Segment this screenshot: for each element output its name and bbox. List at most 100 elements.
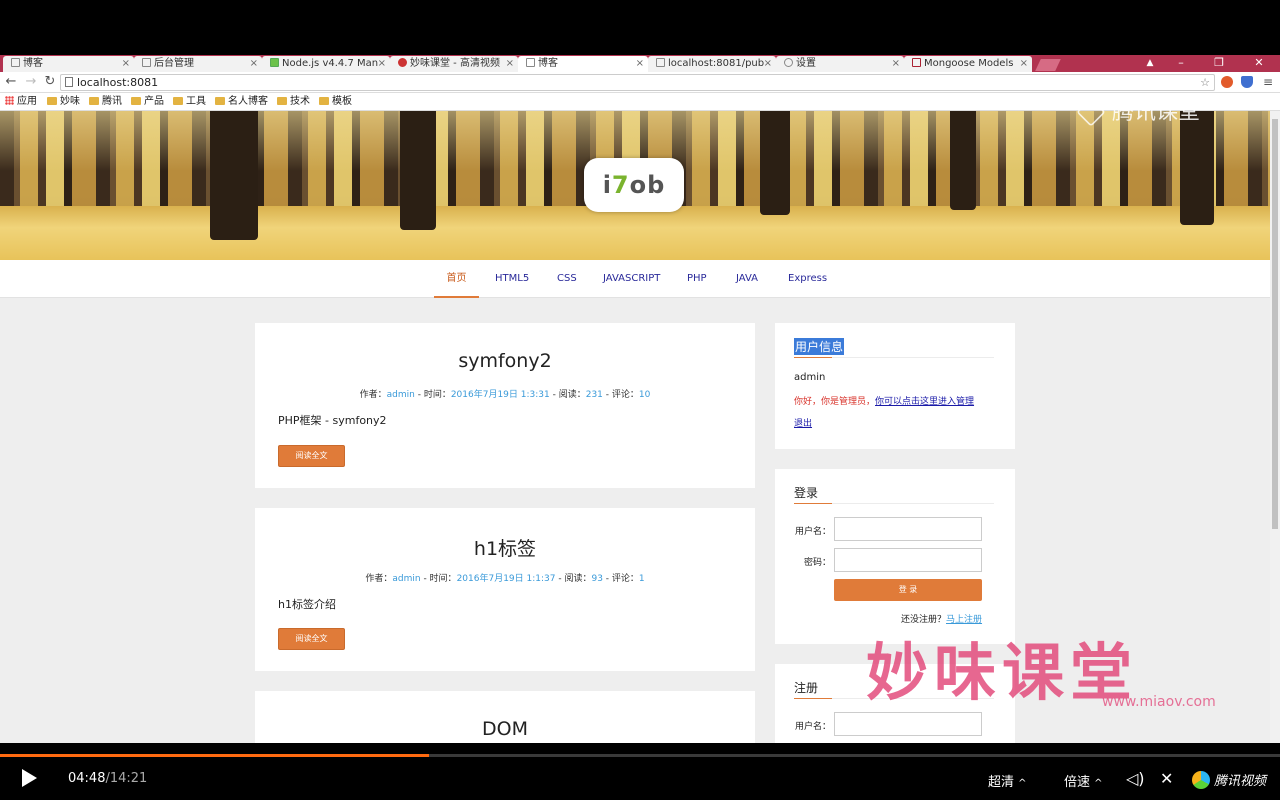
nav-css[interactable]: CSS bbox=[557, 260, 577, 298]
bookmark-folder-tencent[interactable]: 腾讯 bbox=[89, 93, 122, 110]
username-label: 用户名： bbox=[794, 527, 831, 537]
video-letterbox-top bbox=[0, 0, 1280, 55]
post-meta: 作者：admin - 时间：2016年7月19日 1:1:37 - 阅读：93 … bbox=[365, 574, 645, 584]
miaov-url-watermark: www.miaov.com bbox=[1102, 694, 1216, 710]
close-tab-icon[interactable]: × bbox=[764, 56, 772, 72]
register-heading: 注册 bbox=[794, 681, 819, 695]
tencent-video-logo-icon bbox=[1192, 771, 1210, 789]
tab-localhost-pub[interactable]: localhost:8081/pub × bbox=[648, 56, 776, 72]
post-card: DOM bbox=[255, 691, 755, 743]
logout-link[interactable]: 退出 bbox=[794, 416, 812, 429]
exit-fullscreen-icon[interactable]: ✕ bbox=[1160, 769, 1173, 788]
scrollbar-thumb[interactable] bbox=[1272, 119, 1278, 529]
page-icon bbox=[526, 58, 535, 67]
page-icon bbox=[656, 58, 665, 67]
read-more-button[interactable]: 阅读全文 bbox=[278, 445, 345, 467]
tab-blog-active[interactable]: 博客 × bbox=[518, 56, 648, 72]
tab-nodejs[interactable]: Node.js v4.4.7 Man × bbox=[262, 56, 390, 72]
tencent-classroom-logo-icon bbox=[1076, 97, 1106, 127]
gear-icon bbox=[784, 58, 793, 67]
close-tab-icon[interactable]: × bbox=[636, 56, 644, 72]
miaov-watermark: 妙味课堂 bbox=[866, 636, 1139, 709]
post-meta: 作者：admin - 时间：2016年7月19日 1:3:31 - 阅读：231… bbox=[359, 390, 651, 400]
nav-java[interactable]: JAVA bbox=[736, 260, 758, 298]
close-tab-icon[interactable]: × bbox=[250, 56, 258, 72]
chrome-menu-icon[interactable]: ≡ bbox=[1263, 75, 1273, 89]
tencent-video-brand: 腾讯视频 bbox=[1192, 770, 1266, 789]
folder-icon bbox=[277, 97, 287, 105]
folder-icon bbox=[215, 97, 225, 105]
login-username-input[interactable] bbox=[834, 517, 982, 541]
folder-icon bbox=[89, 97, 99, 105]
speed-selector[interactable]: 倍速 ^ bbox=[1064, 771, 1103, 790]
post-summary: PHP框架 - symfony2 bbox=[278, 414, 387, 427]
register-username-input[interactable] bbox=[834, 712, 982, 736]
post-summary: h1标签介绍 bbox=[278, 598, 336, 611]
url-input[interactable]: localhost:8081 ☆ bbox=[60, 74, 1215, 91]
folder-icon bbox=[319, 97, 329, 105]
bookmark-folder-tech[interactable]: 技术 bbox=[277, 93, 310, 110]
progress-bar[interactable] bbox=[0, 754, 1280, 757]
folder-icon bbox=[131, 97, 141, 105]
register-username-label: 用户名： bbox=[794, 722, 831, 732]
apps-grid-icon bbox=[5, 96, 14, 105]
profile-icon[interactable]: ▲ bbox=[1133, 55, 1167, 72]
close-window-button[interactable]: ✕ bbox=[1242, 55, 1276, 72]
page-scrollbar[interactable] bbox=[1270, 111, 1280, 743]
nodejs-icon bbox=[270, 58, 279, 67]
restore-button[interactable]: ❐ bbox=[1202, 55, 1236, 72]
read-more-button[interactable]: 阅读全文 bbox=[278, 628, 345, 650]
browser-tab-strip: 博客 × 后台管理 × Node.js v4.4.7 Man × 妙味课堂 - 高清视… bbox=[0, 55, 1280, 72]
mongoose-icon bbox=[912, 58, 921, 67]
close-tab-icon[interactable]: × bbox=[122, 56, 130, 72]
login-button[interactable]: 登 录 bbox=[834, 579, 982, 601]
volume-icon[interactable]: ◁) bbox=[1126, 769, 1145, 788]
tab-miaov[interactable]: 妙味课堂 - 高清视频 × bbox=[390, 56, 518, 72]
login-password-input[interactable] bbox=[834, 548, 982, 572]
close-tab-icon[interactable]: × bbox=[1020, 56, 1028, 72]
post-card: h1标签 作者：admin - 时间：2016年7月19日 1:1:37 - 阅… bbox=[255, 508, 755, 671]
tab-mongoose[interactable]: Mongoose Models × bbox=[904, 56, 1032, 72]
nav-javascript[interactable]: JAVASCRIPT bbox=[603, 260, 660, 298]
extension-adblock-icon[interactable] bbox=[1221, 76, 1233, 88]
bookmark-star-icon[interactable]: ☆ bbox=[1200, 75, 1210, 90]
bookmark-folder-miaowei[interactable]: 妙味 bbox=[47, 93, 80, 110]
minimize-button[interactable]: – bbox=[1164, 55, 1198, 72]
bookmark-folder-tools[interactable]: 工具 bbox=[173, 93, 206, 110]
nav-php[interactable]: PHP bbox=[687, 260, 707, 298]
tencent-classroom-watermark: 腾讯课堂 bbox=[1076, 94, 1200, 127]
bookmark-folder-templates[interactable]: 模板 bbox=[319, 93, 352, 110]
user-info-panel: 用户信息 admin 你好，你是管理员，你可以点击这里进入管理 退出 bbox=[775, 323, 1015, 449]
post-title[interactable]: symfony2 bbox=[255, 350, 755, 372]
user-info-heading: 用户信息 bbox=[794, 338, 845, 355]
close-tab-icon[interactable]: × bbox=[506, 56, 514, 72]
page-info-icon bbox=[65, 77, 73, 87]
nav-express[interactable]: Express bbox=[788, 260, 827, 298]
new-tab-button[interactable] bbox=[1035, 59, 1061, 71]
nav-html5[interactable]: HTML5 bbox=[495, 260, 529, 298]
post-title[interactable]: h1标签 bbox=[255, 534, 755, 561]
folder-icon bbox=[47, 97, 57, 105]
tab-settings[interactable]: 设置 × bbox=[776, 56, 904, 72]
site-logo[interactable]: i7ob bbox=[584, 158, 684, 212]
extension-shield-icon[interactable] bbox=[1241, 76, 1253, 88]
bookmark-apps[interactable]: 应用 bbox=[5, 93, 37, 110]
login-heading: 登录 bbox=[794, 486, 819, 500]
close-tab-icon[interactable]: × bbox=[378, 56, 386, 72]
play-icon[interactable] bbox=[22, 769, 37, 787]
admin-link[interactable]: 你可以点击这里进入管理 bbox=[875, 397, 974, 407]
tab-blog-1[interactable]: 博客 × bbox=[3, 56, 134, 72]
back-arrow-icon[interactable]: ← bbox=[3, 74, 19, 89]
post-card: symfony2 作者：admin - 时间：2016年7月19日 1:3:31… bbox=[255, 323, 755, 488]
username-text: admin bbox=[794, 372, 826, 383]
close-tab-icon[interactable]: × bbox=[892, 56, 900, 72]
chevron-up-icon: ^ bbox=[1018, 778, 1027, 789]
forward-arrow-icon[interactable]: → bbox=[23, 74, 39, 89]
quality-selector[interactable]: 超清 ^ bbox=[988, 771, 1027, 790]
bookmark-folder-famous-blogs[interactable]: 名人博客 bbox=[215, 93, 268, 110]
bookmark-folder-product[interactable]: 产品 bbox=[131, 93, 164, 110]
post-title[interactable]: DOM bbox=[255, 718, 755, 740]
reload-icon[interactable]: ↻ bbox=[42, 74, 58, 89]
tab-admin[interactable]: 后台管理 × bbox=[134, 56, 262, 72]
nav-home[interactable]: 首页 bbox=[434, 260, 479, 298]
